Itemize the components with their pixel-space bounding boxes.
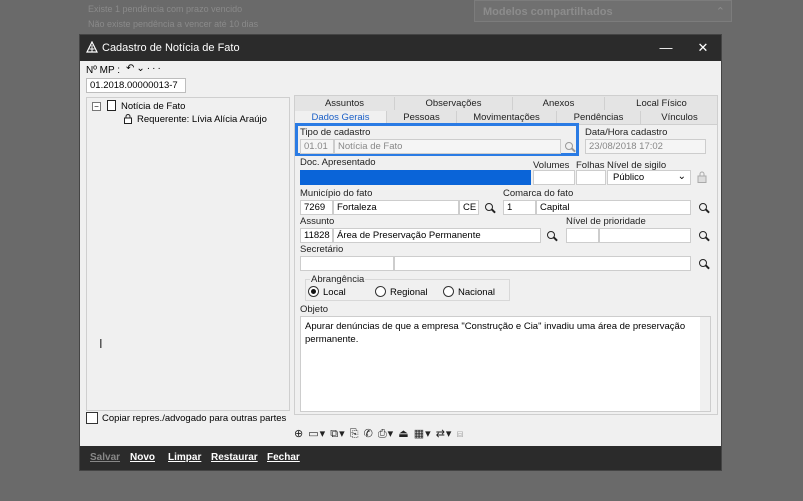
comarca-label: Comarca do fato [503, 188, 574, 199]
tree-collapse-toggle[interactable]: − [92, 102, 101, 111]
calendar-icon[interactable]: ▦▾ [414, 428, 432, 440]
chevron-down-icon: ⌄ [677, 171, 686, 182]
data-hora-label: Data/Hora cadastro [585, 127, 668, 138]
objeto-label: Objeto [300, 304, 328, 315]
municipio-label: Município do fato [300, 188, 373, 199]
text-cursor-icon: I [99, 336, 103, 351]
tipo-cadastro-field: Notícia de Fato [334, 139, 561, 154]
document-icon [107, 100, 116, 111]
volumes-field[interactable] [533, 170, 575, 185]
cadastro-dialog: Cadastro de Notícia de Fato — ✕ Nº MP : … [79, 34, 722, 471]
copy-option-row[interactable]: Copiar repres./advogado para outras part… [86, 411, 296, 427]
tree-root-node[interactable]: Notícia de Fato [121, 101, 185, 112]
salvar-button[interactable]: Salvar [90, 452, 120, 463]
search-icon[interactable] [698, 202, 710, 214]
nivel-sigilo-value: Público [613, 172, 645, 183]
mp-label: Nº MP : [86, 65, 121, 76]
copy-icon[interactable]: ⎘ [350, 428, 360, 440]
secretario-code-field[interactable] [300, 256, 394, 271]
actions-toolbar: ⊕ ▭▾ ⧉▾ ⎘ ✆ ⎙▾ ⏏ ▦▾ ⇄▾ ⧈ [294, 427, 465, 441]
fechar-button[interactable]: Fechar [267, 452, 300, 463]
close-button[interactable]: ✕ [692, 38, 714, 58]
objeto-textarea[interactable]: Apurar denúncias de que a empresa "Const… [300, 316, 711, 412]
dialog-footer: Salvar Novo Limpar Restaurar Fechar [80, 446, 721, 470]
tipo-cadastro-code: 01.01 [300, 139, 334, 154]
restaurar-button[interactable]: Restaurar [211, 452, 258, 463]
radio-regional[interactable] [375, 286, 386, 297]
copy-checkbox[interactable] [86, 412, 98, 424]
tab-local-fisico[interactable]: Local Físico [605, 97, 718, 110]
objeto-text: Apurar denúncias de que a empresa "Const… [305, 321, 686, 345]
folder-icon[interactable]: ▭▾ [308, 428, 326, 440]
search-icon[interactable] [546, 230, 558, 242]
comarca-code-field[interactable]: 1 [503, 200, 536, 215]
app-logo-icon [86, 41, 98, 53]
tab-assuntos[interactable]: Assuntos [295, 97, 395, 110]
minimize-button[interactable]: — [655, 38, 677, 58]
nivel-sigilo-select[interactable]: Público ⌄ [607, 170, 691, 185]
pending-overdue-text: Existe 1 pendência com prazo vencido [88, 4, 243, 14]
municipio-code-field[interactable]: 7269 [300, 200, 333, 215]
print-icon[interactable]: ⎙▾ [378, 428, 394, 440]
tab-observacoes[interactable]: Observações [395, 97, 513, 110]
chevron-up-icon: ⌃ [715, 6, 725, 18]
municipio-uf-field[interactable]: CE [459, 200, 479, 215]
search-icon[interactable] [564, 141, 576, 153]
prioridade-label: Nível de prioridade [566, 216, 646, 227]
dados-gerais-form: Tipo de cadastro 01.01 Notícia de Fato D… [294, 123, 718, 415]
search-icon[interactable] [484, 202, 496, 214]
data-hora-field: 23/08/2018 17:02 [585, 139, 706, 154]
assunto-field[interactable]: Área de Preservação Permanente [333, 228, 541, 243]
transfer-icon[interactable]: ⇄▾ [436, 428, 453, 440]
dialog-title: Cadastro de Notícia de Fato [102, 42, 240, 54]
municipio-field[interactable]: Fortaleza [333, 200, 459, 215]
tipo-cadastro-label: Tipo de cadastro [300, 127, 371, 138]
copy-option-label: Copiar repres./advogado para outras part… [102, 413, 287, 424]
lock-icon [124, 114, 132, 124]
tab-anexos[interactable]: Anexos [513, 97, 605, 110]
scrollbar[interactable] [700, 317, 710, 411]
radio-nacional-label: Nacional [458, 287, 495, 298]
parties-tree: − Notícia de Fato Requerente: Lívia Alíc… [86, 97, 290, 411]
radio-regional-label: Regional [390, 287, 428, 298]
more-icon[interactable]: ··· [147, 63, 163, 74]
secretario-field[interactable] [394, 256, 691, 271]
radio-local[interactable] [308, 286, 319, 297]
abrangencia-label: Abrangência [310, 274, 366, 285]
prioridade-field[interactable] [599, 228, 691, 243]
search-icon[interactable] [698, 230, 710, 242]
doc-apresentado-label: Doc. Apresentado [300, 157, 376, 168]
doc-apresentado-field[interactable] [300, 170, 531, 185]
comarca-field[interactable]: Capital [536, 200, 691, 215]
prioridade-code-field[interactable] [566, 228, 599, 243]
mp-number-field[interactable]: 01.2018.00000013-7 [86, 78, 186, 93]
shared-models-panel: Modelos compartilhados ⌃ [474, 0, 732, 22]
disabled-icon: ⧈ [456, 428, 465, 440]
stamp-icon[interactable]: ⏏ [398, 428, 409, 440]
chevron-down-icon[interactable]: ⌄ [136, 63, 146, 74]
folhas-field[interactable] [576, 170, 606, 185]
pending-due-text: Não existe pendência a vencer até 10 dia… [88, 19, 259, 29]
mp-tools: ↶⌄··· [126, 63, 163, 74]
assunto-code-field[interactable]: 11828 [300, 228, 333, 243]
limpar-button[interactable]: Limpar [168, 452, 201, 463]
phone-icon[interactable]: ✆ [364, 428, 374, 440]
novo-button[interactable]: Novo [130, 452, 155, 463]
tab-vinculos[interactable]: Vínculos [641, 111, 718, 124]
dialog-titlebar: Cadastro de Notícia de Fato — ✕ [80, 35, 721, 61]
tabs-bar: Assuntos Observações Anexos Local Físico… [294, 95, 718, 125]
radio-nacional[interactable] [443, 286, 454, 297]
secretario-label: Secretário [300, 244, 344, 255]
search-icon[interactable] [698, 258, 710, 270]
lock-icon [697, 171, 707, 183]
radio-local-label: Local [323, 287, 346, 298]
tree-child-node[interactable]: Requerente: Lívia Alícia Araújo [137, 114, 267, 125]
undo-icon[interactable]: ↶ [126, 63, 136, 74]
add-record-icon[interactable]: ⊕ [294, 428, 304, 440]
assunto-label: Assunto [300, 216, 335, 227]
shared-models-title: Modelos compartilhados [483, 6, 613, 18]
documents-icon[interactable]: ⧉▾ [330, 428, 345, 440]
